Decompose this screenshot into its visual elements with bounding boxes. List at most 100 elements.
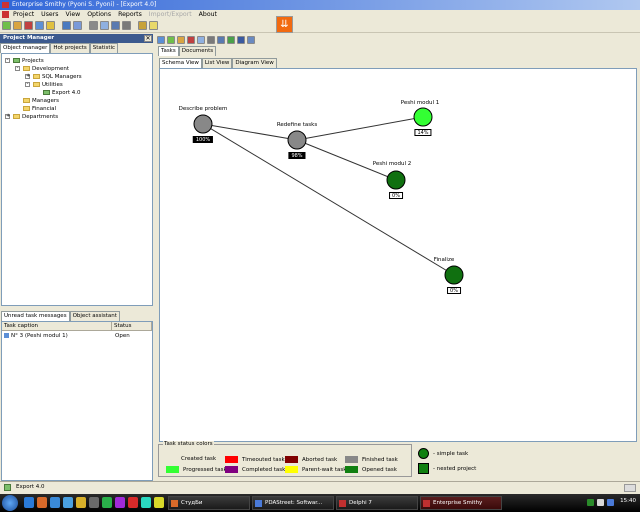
tab-diagram-view[interactable]: Diagram View [232, 58, 277, 68]
collapse-icon[interactable]: - [25, 82, 30, 87]
opera-icon[interactable] [128, 497, 138, 508]
legend-label: Timeouted task [242, 456, 285, 463]
show-desktop-icon[interactable] [50, 497, 60, 508]
menu-options[interactable]: Options [87, 11, 111, 18]
taskbar-label: СтудБи [181, 500, 203, 506]
tab-documents[interactable]: Documents [178, 46, 217, 56]
layout-icon[interactable] [247, 36, 255, 44]
tab-schema-view[interactable]: Schema View [159, 58, 202, 68]
taskbar-button-studbi[interactable]: СтудБи [168, 496, 250, 510]
document-icon[interactable] [2, 11, 9, 18]
settings-icon[interactable] [122, 21, 131, 30]
taskbar-button-delphi[interactable]: Delphi 7 [336, 496, 418, 510]
delete-task-icon[interactable] [187, 36, 195, 44]
import-icon[interactable] [73, 21, 82, 30]
task-progress: 14% [414, 129, 432, 136]
schema-canvas[interactable]: Describe problem 100% Redefine tasks 98%… [159, 68, 637, 442]
tree-item-financial[interactable]: Financial [23, 105, 56, 112]
volume-icon[interactable] [597, 499, 604, 506]
tools-icon[interactable] [138, 21, 147, 30]
tree-item-sql-managers[interactable]: SQL Managers [33, 73, 82, 80]
save-icon[interactable] [237, 36, 245, 44]
priority-down-icon[interactable]: ⇊ [276, 16, 293, 33]
legend-item: Parent-wait task [285, 466, 346, 473]
print-icon[interactable] [207, 36, 215, 44]
task-label: Redefine tasks [276, 122, 318, 128]
key-icon[interactable] [46, 21, 55, 30]
print-icon[interactable] [89, 21, 98, 30]
tree-item-utilities[interactable]: Utilities [33, 81, 63, 88]
start-button[interactable] [2, 495, 18, 511]
table-row[interactable]: N° 3 (Peshi modul 1) Open [2, 331, 152, 340]
tree-item-departments[interactable]: Departments [13, 113, 58, 120]
message-status: Open [115, 332, 130, 339]
task-node-redefine-tasks[interactable] [287, 130, 307, 150]
new-project-icon[interactable] [2, 21, 11, 30]
task-progress: 98% [288, 152, 306, 159]
terminal-icon[interactable] [89, 497, 99, 508]
app-icon[interactable] [154, 497, 164, 508]
edit-task-icon[interactable] [177, 36, 185, 44]
title-bar: Enterprise Smithy (Pyoni S. Pyoni) - [Ex… [0, 0, 640, 10]
lamp-icon[interactable] [149, 21, 158, 30]
legend-label: Aborted task [302, 456, 338, 463]
menu-about[interactable]: About [199, 11, 217, 18]
tree-item-export[interactable]: Export 4.0 [43, 89, 81, 96]
menu-project[interactable]: Project [13, 11, 34, 18]
folder-icon[interactable] [76, 497, 86, 508]
keyboard-icon [624, 484, 636, 492]
export-icon[interactable] [62, 21, 71, 30]
tab-tasks[interactable]: Tasks [158, 46, 179, 56]
preview-icon[interactable] [100, 21, 109, 30]
simple-task-icon [418, 448, 429, 459]
menu-reports[interactable]: Reports [118, 11, 142, 18]
task-node-finalize[interactable] [444, 265, 464, 285]
task-node-peshi-modul-1[interactable] [413, 107, 433, 127]
color-swatch [166, 466, 179, 473]
tree-label: Utilities [42, 81, 63, 88]
chat-icon[interactable] [102, 497, 112, 508]
tab-object-assistant[interactable]: Object assistant [69, 311, 120, 321]
network-icon[interactable] [587, 499, 594, 506]
add-task-icon[interactable] [157, 36, 165, 44]
task-node-peshi-modul-2[interactable] [386, 170, 406, 190]
report-icon[interactable] [111, 21, 120, 30]
task-node-describe-problem[interactable] [193, 114, 213, 134]
tab-unread-messages[interactable]: Unread task messages [1, 311, 70, 321]
tree-item-managers[interactable]: Managers [23, 97, 59, 104]
tree-item-development[interactable]: Development [23, 65, 69, 72]
taskbar-button-pdastreet[interactable]: PDAStreet: Softwar... [252, 496, 334, 510]
tab-hot-projects[interactable]: Hot projects [50, 43, 90, 53]
firefox-icon[interactable] [37, 497, 47, 508]
taskbar-button-enterprise-smithy[interactable]: Enterprise Smithy [420, 496, 502, 510]
quicklaunch-icon[interactable] [63, 497, 73, 508]
expand-icon[interactable]: + [5, 114, 10, 119]
collapse-icon[interactable]: - [15, 66, 20, 71]
tree-item-projects[interactable]: Projects [13, 57, 44, 64]
column-task-caption[interactable]: Task caption [2, 322, 112, 330]
zoom-icon[interactable] [217, 36, 225, 44]
clock[interactable]: 15:40 [620, 498, 636, 504]
app-icon[interactable] [141, 497, 151, 508]
filter-icon[interactable] [227, 36, 235, 44]
messages-table: Task caption Status N° 3 (Peshi modul 1)… [1, 321, 153, 481]
tab-statistic[interactable]: Statistic [89, 43, 119, 53]
ie-icon[interactable] [24, 497, 34, 508]
collapse-icon[interactable]: - [5, 58, 10, 63]
close-project-icon[interactable] [24, 21, 33, 30]
menu-users[interactable]: Users [41, 11, 58, 18]
close-icon[interactable]: ✕ [144, 35, 152, 42]
add-subtask-icon[interactable] [167, 36, 175, 44]
tab-object-manager[interactable]: Object manager [0, 43, 51, 53]
link-icon[interactable] [197, 36, 205, 44]
expand-icon[interactable]: + [25, 74, 30, 79]
tab-list-view[interactable]: List View [201, 58, 233, 68]
users-icon[interactable] [35, 21, 44, 30]
open-icon[interactable] [13, 21, 22, 30]
language-icon[interactable] [607, 499, 614, 506]
folder-icon [33, 82, 40, 87]
column-status[interactable]: Status [112, 322, 152, 330]
media-icon[interactable] [115, 497, 125, 508]
legend-item: Opened task [345, 466, 397, 473]
menu-view[interactable]: View [66, 11, 81, 18]
